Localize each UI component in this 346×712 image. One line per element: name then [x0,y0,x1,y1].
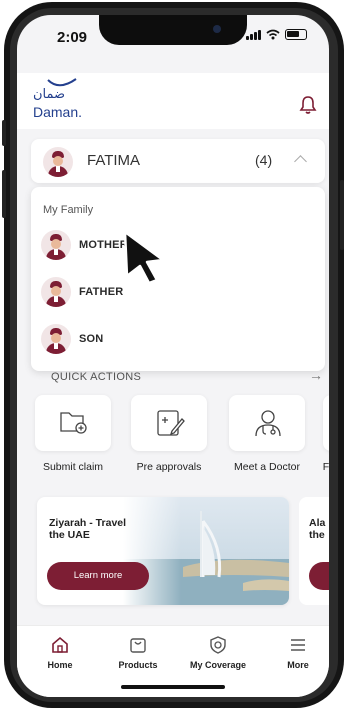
status-icons [246,29,307,40]
notch [99,15,247,45]
notification-bell-icon[interactable] [299,95,317,115]
daman-logo: ضمان Daman. [33,77,103,123]
submit-claim-button[interactable] [35,395,111,451]
quick-action-label: Submit claim [42,461,104,473]
family-item-son[interactable]: SON [41,321,311,357]
battery-icon [285,29,307,40]
chevron-up-icon[interactable] [294,155,307,168]
meet-doctor-button[interactable] [229,395,305,451]
signal-icon [246,29,261,40]
family-item-label: SON [79,333,104,345]
family-item-label: FATHER [79,286,124,298]
family-dropdown-title: My Family [43,204,94,216]
side-button [340,180,344,250]
app-screen: 2:09 ضمان Daman. FATIMA (4) My Family MO… [17,15,329,697]
mouse-cursor-icon [123,230,165,284]
learn-more-button[interactable]: Learn more [47,562,149,590]
logo-arabic: ضمان [33,87,66,102]
promo-title: Ziyarah - Travel the UAE [49,517,127,541]
promo-card[interactable]: Ziyarah - Travel the UAE Learn more [37,497,289,605]
tab-more[interactable]: More [263,636,329,670]
logo-text: Daman. [33,104,83,120]
status-time: 2:09 [57,29,88,46]
member-avatar [41,277,71,307]
promo-card-partial[interactable]: Ala the [299,497,329,605]
quick-actions-title: QUICK ACTIONS [51,371,142,383]
quick-action-label: F [322,461,329,473]
tab-home[interactable]: Home [25,636,95,670]
tab-label: My Coverage [189,660,247,670]
tab-label: Products [118,660,158,670]
home-icon [52,636,68,653]
side-button [2,170,6,218]
menu-icon [291,639,305,651]
camera-icon [213,25,221,33]
promo-title: Ala the [309,517,326,541]
app-header: ضمان Daman. [17,73,329,129]
burj-al-arab-image [123,497,289,605]
folder-plus-icon [60,412,87,434]
quick-action-label: Pre approvals [136,461,202,473]
tab-label: More [287,660,309,670]
member-selector[interactable]: FATIMA (4) [31,139,325,183]
member-count: (4) [255,152,273,168]
member-avatar [41,230,71,260]
family-item-father[interactable]: FATHER [41,274,311,310]
home-indicator [121,685,225,689]
wifi-icon [266,29,280,40]
quick-action-tile-partial[interactable] [323,395,329,451]
tab-my-coverage[interactable]: My Coverage [183,636,253,670]
shield-icon [210,636,226,654]
tab-products[interactable]: Products [103,636,173,670]
side-button [2,120,6,146]
pre-approvals-button[interactable] [131,395,207,451]
doctor-icon [255,410,281,437]
quick-action-label: Meet a Doctor [234,461,300,473]
family-item-mother[interactable]: MOTHER [41,227,311,263]
promo-button[interactable] [309,562,329,590]
family-dropdown: My Family MOTHER FATHER SON [31,187,325,371]
bag-icon [130,638,146,653]
document-edit-icon [157,410,185,436]
member-avatar [41,324,71,354]
tab-label: Home [47,660,73,670]
member-avatar [43,147,73,177]
member-name: FATIMA [87,152,141,169]
